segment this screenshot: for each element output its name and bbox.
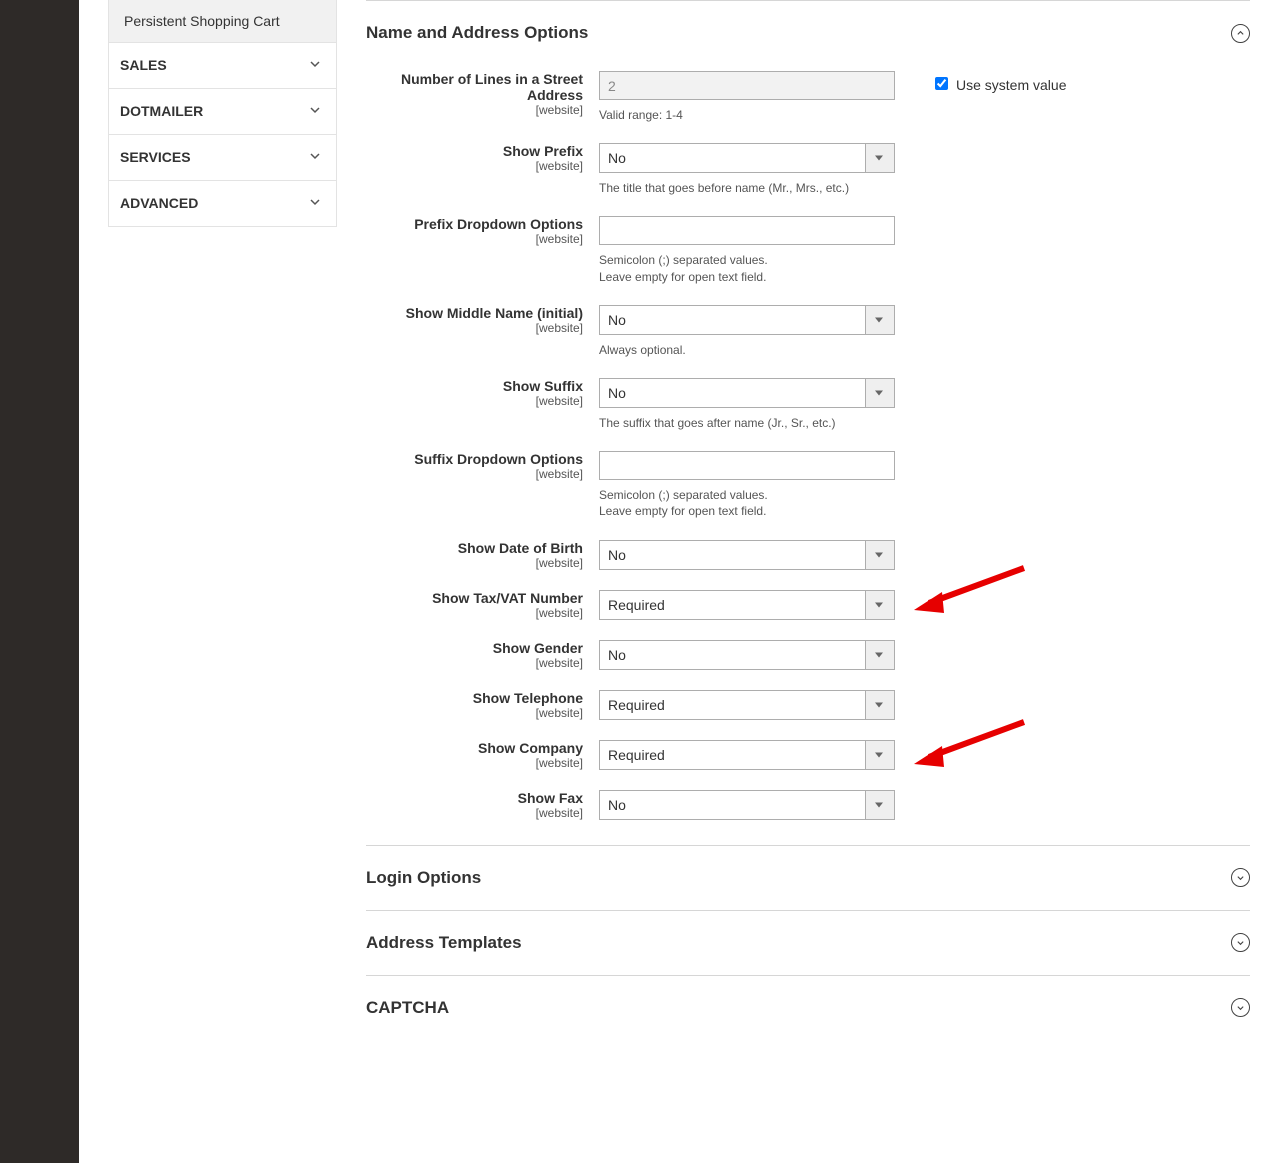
expand-icon [1231,868,1250,887]
label-show-middle: Show Middle Name (initial) [366,305,583,321]
scope: [website] [366,706,583,720]
help-text: Valid range: 1-4 [599,100,895,123]
show-telephone-select[interactable]: Required [599,690,895,720]
use-system-value-checkbox[interactable] [935,77,948,90]
label-show-suffix: Show Suffix [366,378,583,394]
scope: [website] [366,556,583,570]
chevron-down-icon [309,195,321,211]
label-show-telephone: Show Telephone [366,690,583,706]
scope: [website] [366,232,583,246]
show-company-select[interactable]: Required [599,740,895,770]
sidebar-group-label: SERVICES [120,149,191,165]
num-lines-input [599,71,895,100]
label-num-lines: Number of Lines in a Street Address [366,71,583,103]
section-title: Name and Address Options [366,23,588,43]
sidebar-group-dotmailer[interactable]: DOTMAILER [109,89,336,134]
show-gender-select[interactable]: No [599,640,895,670]
scope: [website] [366,756,583,770]
chevron-down-icon [309,103,321,119]
admin-rail [0,0,79,1163]
label-show-dob: Show Date of Birth [366,540,583,556]
chevron-down-icon [309,149,321,165]
scope: [website] [366,394,583,408]
prefix-options-input[interactable] [599,216,895,245]
label-prefix-options: Prefix Dropdown Options [366,216,583,232]
scope: [website] [366,103,583,117]
sidebar-group-services[interactable]: SERVICES [109,135,336,180]
sidebar-subitem-persistent-cart[interactable]: Persistent Shopping Cart [108,0,337,43]
scope: [website] [366,321,583,335]
section-title: Address Templates [366,933,522,953]
label-show-prefix: Show Prefix [366,143,583,159]
label-show-company: Show Company [366,740,583,756]
scope: [website] [366,806,583,820]
collapse-icon [1231,24,1250,43]
expand-icon [1231,933,1250,952]
sidebar-group-advanced[interactable]: ADVANCED [109,181,336,226]
show-middle-select[interactable]: No [599,305,895,335]
label-show-fax: Show Fax [366,790,583,806]
sidebar-group-label: ADVANCED [120,195,198,211]
sidebar-group-label: DOTMAILER [120,103,203,119]
chevron-down-icon [309,57,321,73]
scope: [website] [366,159,583,173]
expand-icon [1231,998,1250,1017]
section-title: Login Options [366,868,481,888]
scope: [website] [366,467,583,481]
section-login-options[interactable]: Login Options [366,846,1250,911]
label-show-gender: Show Gender [366,640,583,656]
show-dob-select[interactable]: No [599,540,895,570]
show-vat-select[interactable]: Required [599,590,895,620]
sidebar-group-sales[interactable]: SALES [109,43,336,88]
label-show-vat: Show Tax/VAT Number [366,590,583,606]
section-address-templates[interactable]: Address Templates [366,911,1250,976]
help-text: The suffix that goes after name (Jr., Sr… [599,408,895,431]
show-fax-select[interactable]: No [599,790,895,820]
help-text: The title that goes before name (Mr., Mr… [599,173,895,196]
label-suffix-options: Suffix Dropdown Options [366,451,583,467]
scope: [website] [366,606,583,620]
show-suffix-select[interactable]: No [599,378,895,408]
help-text: Always optional. [599,335,895,358]
scope: [website] [366,656,583,670]
show-prefix-select[interactable]: No [599,143,895,173]
section-title: CAPTCHA [366,998,449,1018]
section-name-address[interactable]: Name and Address Options [366,1,1250,51]
use-system-value-label: Use system value [956,77,1066,93]
section-captcha[interactable]: CAPTCHA [366,976,1250,1040]
suffix-options-input[interactable] [599,451,895,480]
help-text: Semicolon (;) separated values. Leave em… [599,480,895,519]
help-text: Semicolon (;) separated values. Leave em… [599,245,895,284]
sidebar-group-label: SALES [120,57,167,73]
